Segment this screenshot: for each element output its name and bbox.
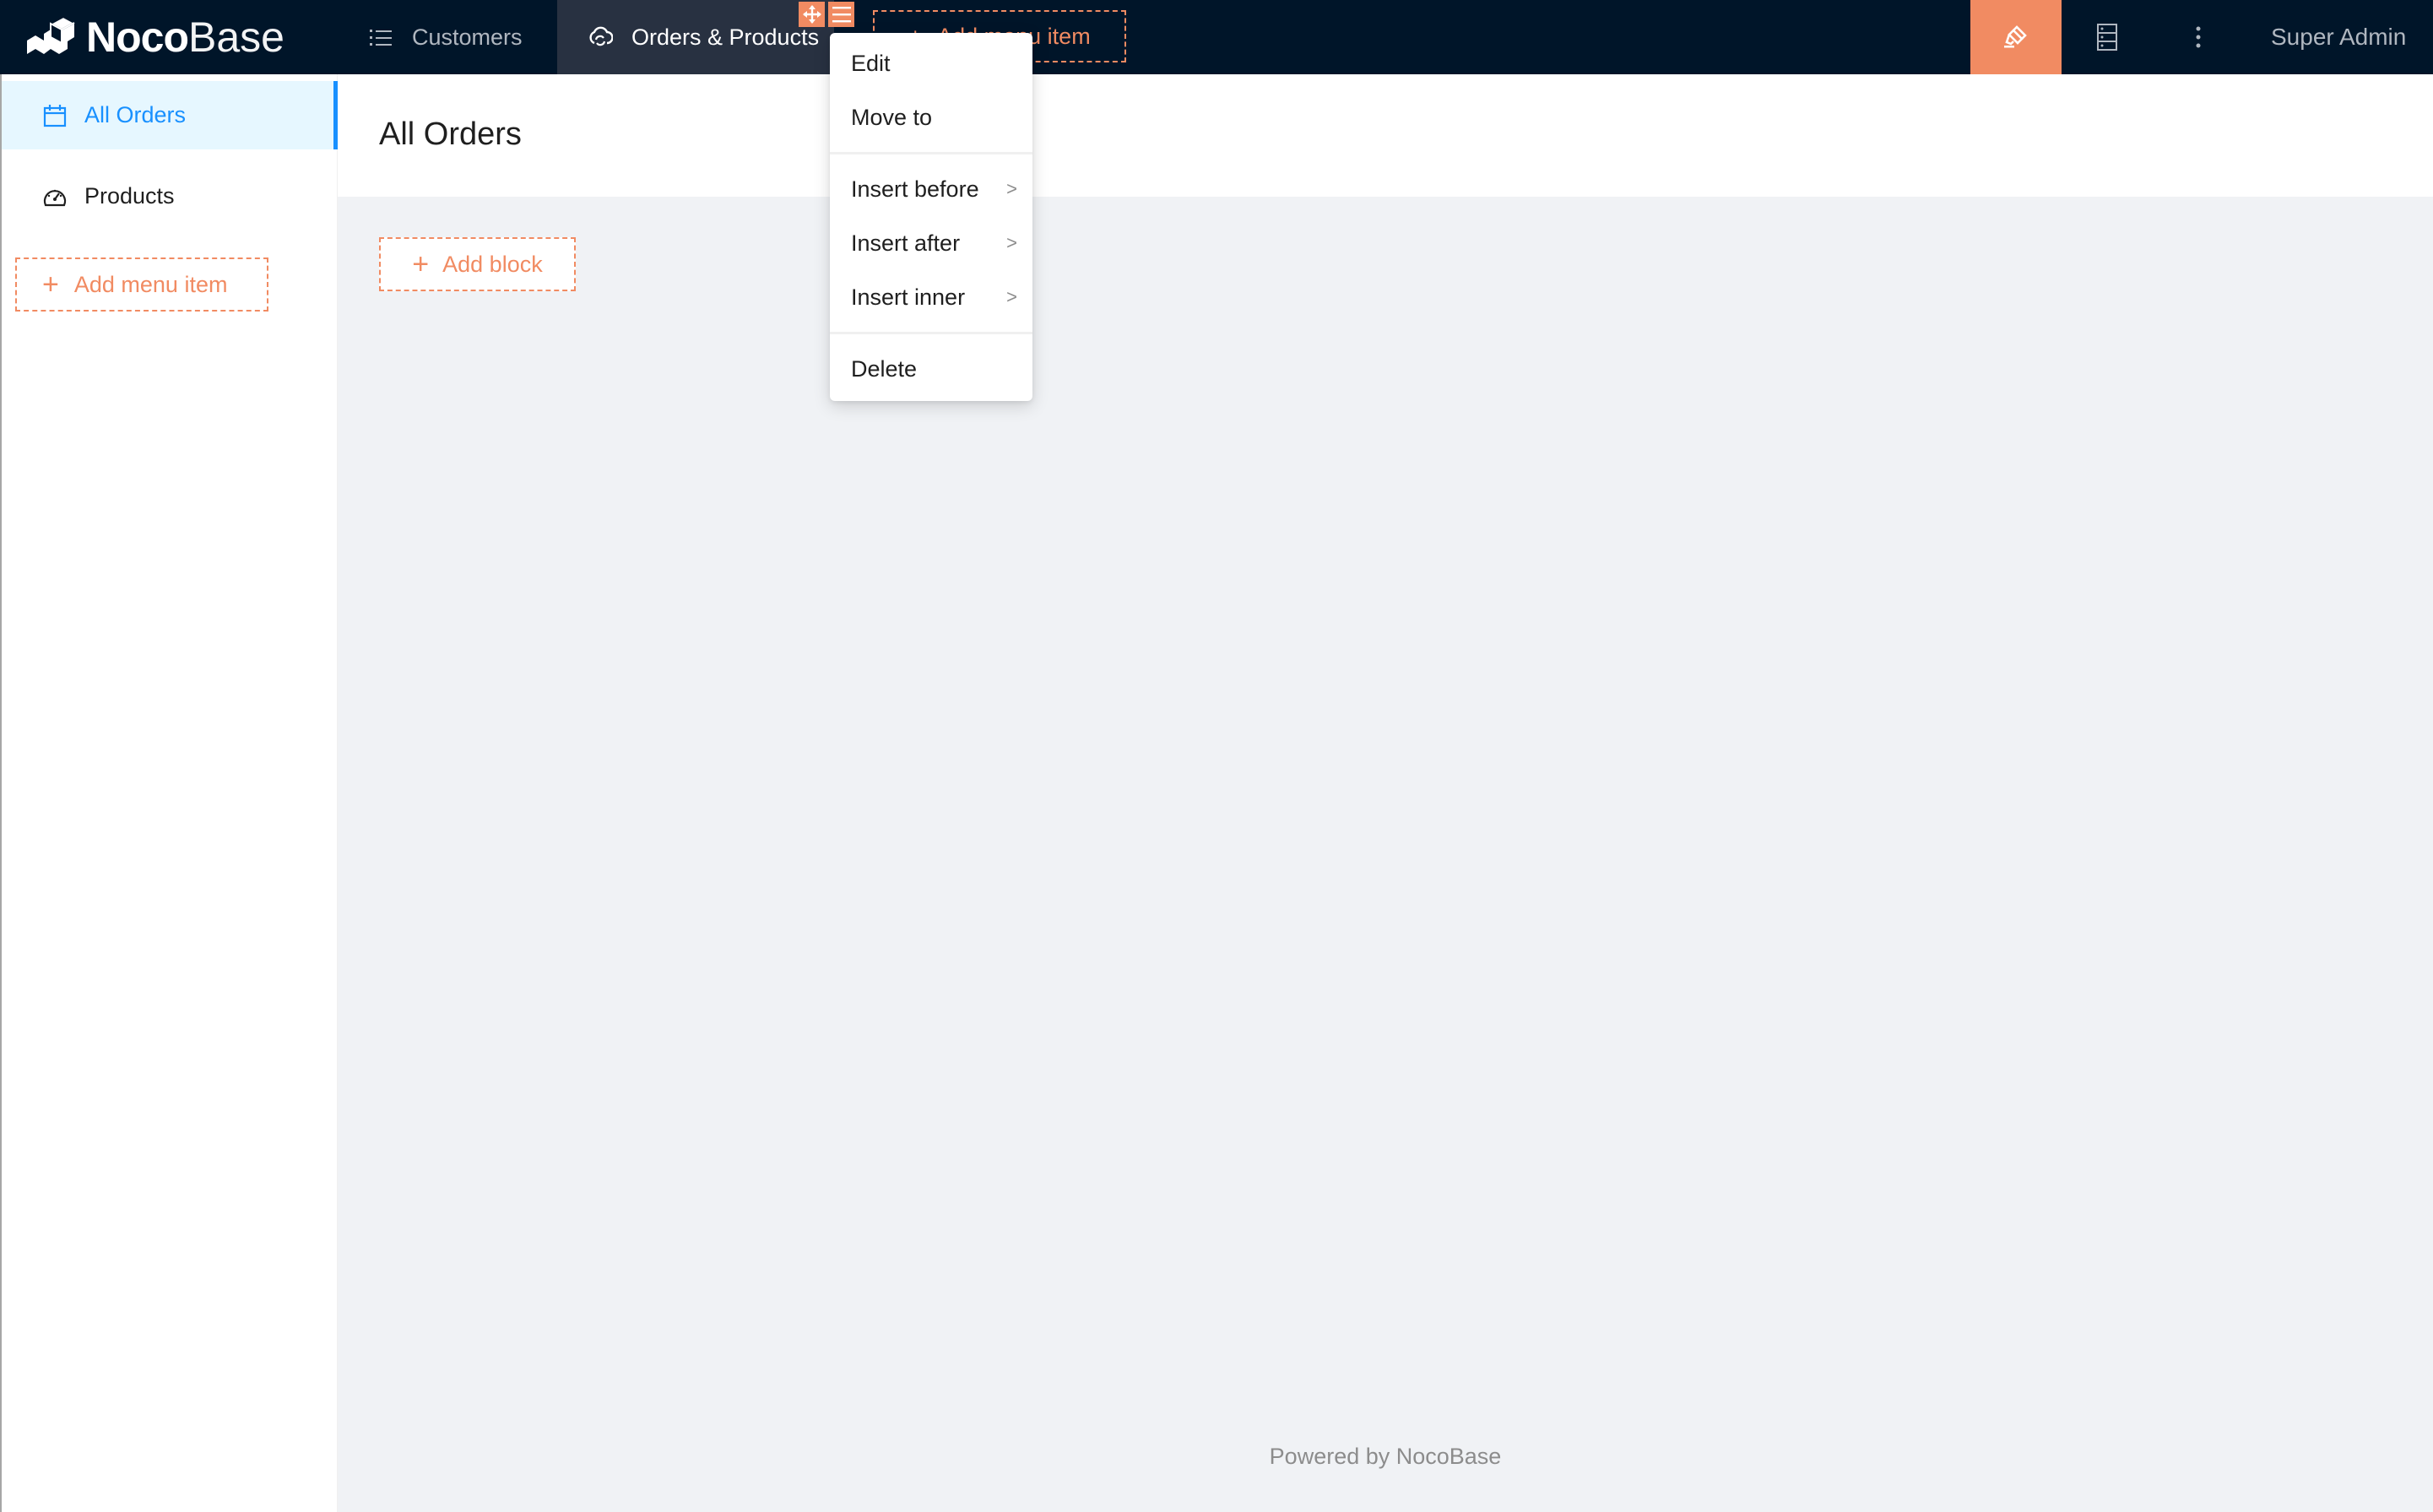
context-menu-delete[interactable]: Delete <box>830 342 1032 396</box>
context-menu-move-to[interactable]: Move to <box>830 90 1032 144</box>
chevron-right-icon: > <box>1006 232 1017 253</box>
user-menu[interactable]: Super Admin <box>2271 0 2406 74</box>
context-menu-insert-before[interactable]: Insert before > <box>830 162 1032 216</box>
sidebar-item-all-orders[interactable]: All Orders <box>2 81 338 149</box>
menu-settings-icon[interactable] <box>828 2 854 27</box>
context-menu-insert-after[interactable]: Insert after > <box>830 216 1032 270</box>
add-block-button[interactable]: + Add block <box>379 237 576 291</box>
nav-item-label: Customers <box>412 24 523 50</box>
footer-powered-by: Powered by NocoBase <box>1269 1444 1502 1469</box>
sidebar-item-label: Products <box>84 183 175 209</box>
calendar-icon <box>42 103 68 128</box>
context-menu-label: Move to <box>851 104 933 130</box>
page-header: All Orders <box>338 74 2433 197</box>
context-menu-insert-inner[interactable]: Insert inner > <box>830 270 1032 324</box>
menu-divider <box>830 332 1032 334</box>
chevron-right-icon: > <box>1006 178 1017 199</box>
drag-handle-icon[interactable] <box>799 2 825 27</box>
dashboard-icon <box>42 184 68 209</box>
context-menu-label: Delete <box>851 355 918 382</box>
sidebar-item-products[interactable]: Products <box>2 162 338 230</box>
add-menu-item-label: Add menu item <box>73 271 228 297</box>
logo-text-bold: Noco <box>86 14 189 61</box>
sidebar-item-label: All Orders <box>84 102 187 127</box>
add-block-label: Add block <box>442 251 543 277</box>
context-menu-label: Edit <box>851 50 891 76</box>
chevron-right-icon: > <box>1006 286 1017 307</box>
context-menu-label: Insert after <box>851 230 961 256</box>
nav-item-customers[interactable]: Customers <box>368 0 523 74</box>
more-vertical-icon <box>2196 26 2201 48</box>
database-server-icon <box>2097 24 2117 51</box>
nocobase-logo-icon <box>27 15 76 54</box>
sidebar: All Orders Products + Add menu item <box>0 74 338 1512</box>
ui-editor-toggle-button[interactable] <box>1970 0 2062 74</box>
context-menu-label: Insert before <box>851 176 979 202</box>
logo-text-light: Base <box>188 14 284 61</box>
context-menu-label: Insert inner <box>851 284 966 310</box>
highlight-icon <box>2004 25 2027 48</box>
plus-icon: + <box>42 268 59 301</box>
top-header: Noco Base Customers Orders & Products + … <box>0 0 2433 74</box>
menu-item-context-menu: Edit Move to Insert before > Insert afte… <box>830 33 1032 401</box>
more-options-button[interactable] <box>2178 0 2219 74</box>
nav-item-orders-products[interactable]: Orders & Products <box>557 0 834 74</box>
data-sources-button[interactable] <box>2083 0 2131 74</box>
menu-divider <box>830 152 1032 154</box>
nav-item-label: Orders & Products <box>631 24 820 50</box>
logo[interactable]: Noco Base <box>25 10 284 64</box>
page-title: All Orders <box>379 117 522 152</box>
menu-item-designer-toolbar <box>799 2 854 27</box>
sidebar-add-menu-item-button[interactable]: + Add menu item <box>15 257 268 312</box>
cloud-sync-icon <box>588 24 613 50</box>
plus-icon: + <box>412 247 430 280</box>
context-menu-edit[interactable]: Edit <box>830 36 1032 90</box>
unordered-list-icon <box>368 24 393 50</box>
